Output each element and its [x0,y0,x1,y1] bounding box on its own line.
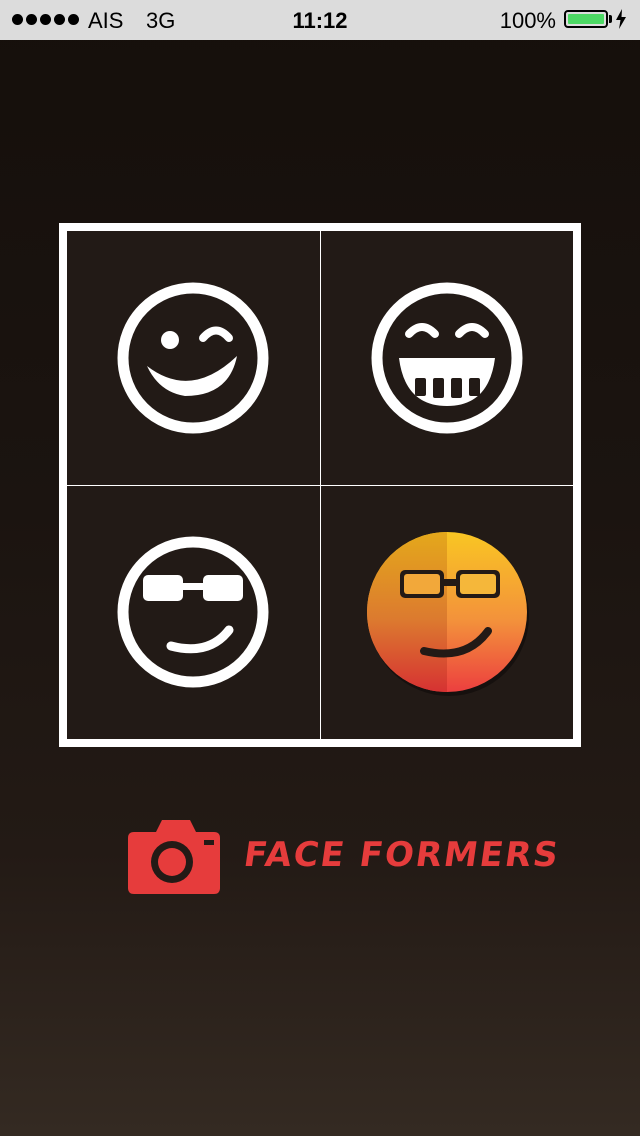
face-option-sunglasses-color[interactable] [320,485,573,739]
battery-percentage: 100% [499,8,556,33]
wink-face-icon [117,282,269,434]
sunglasses-face-color-icon [366,532,529,697]
app-brand: FACE FORMERS [128,818,563,894]
face-option-grin[interactable] [320,231,573,485]
status-bar: AIS 3G 11:12 100% [0,0,640,40]
face-option-wink[interactable] [67,231,320,485]
face-option-sunglasses[interactable] [67,485,320,739]
camera-icon [128,820,220,894]
lightning-bolt-icon [616,9,626,29]
grin-face-icon [371,282,523,434]
app-title: FACE FORMERS [241,835,563,875]
face-mode-grid [59,223,581,747]
sunglasses-face-icon [117,536,269,688]
battery-icon [564,10,608,28]
